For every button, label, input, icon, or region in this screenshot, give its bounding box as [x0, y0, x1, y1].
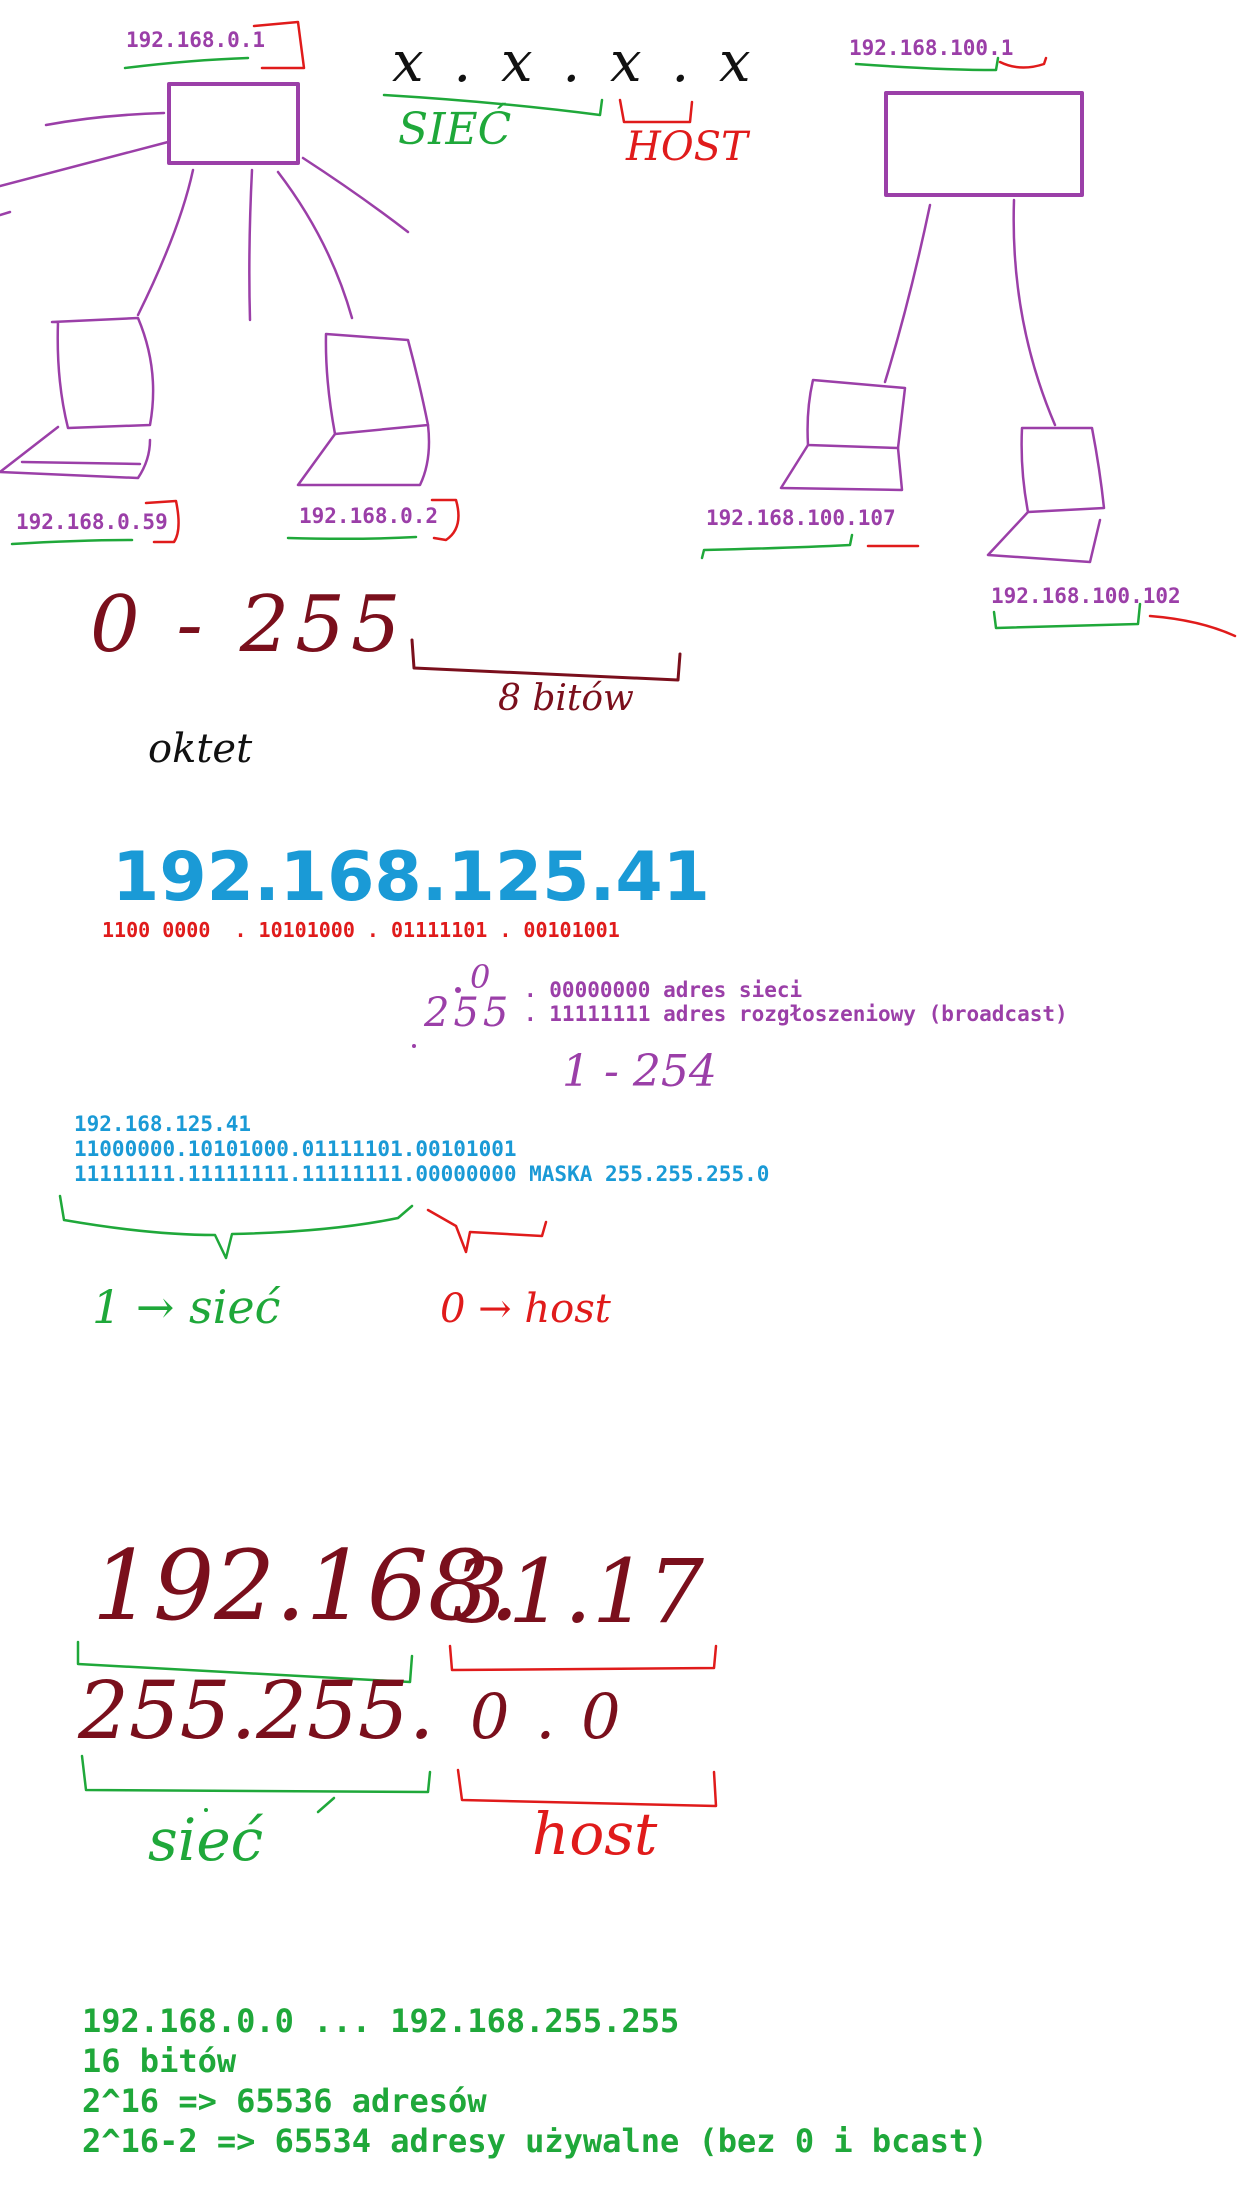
- host-bracket: [426, 1208, 548, 1254]
- laptop-ip-label: 192.168.100.102: [991, 584, 1181, 608]
- network-underline: [700, 533, 854, 560]
- split-network-label: sieć: [148, 1806, 264, 1874]
- mask-calc-ip: 192.168.125.41: [74, 1112, 252, 1136]
- example-ip: 192.168.125.41: [112, 838, 710, 917]
- mask-calc-mask: 11111111.11111111.11111111.00000000 MASK…: [74, 1162, 770, 1186]
- split-host-label: host: [532, 1800, 658, 1868]
- summary-address-count: 2^16 => 65536 adresów: [82, 2082, 487, 2120]
- host-bracket: [618, 98, 694, 124]
- stray-dot: [412, 1044, 416, 1048]
- stray-mark: [316, 1796, 336, 1814]
- octet-bracket: [410, 638, 682, 682]
- ip-pattern: x . x . x . x: [392, 30, 757, 95]
- network-1-diagram: [0, 20, 460, 546]
- laptop-ip-label: 192.168.100.107: [706, 506, 896, 530]
- laptop-icon: [779, 378, 907, 492]
- network-cables: [0, 111, 410, 322]
- router-icon: [884, 91, 1084, 197]
- max-value: 255: [424, 990, 513, 1036]
- octet-name: oktet: [148, 726, 253, 772]
- laptop-ip-label: 192.168.0.2: [299, 504, 439, 528]
- split-ip-host-part: 31.17: [452, 1540, 704, 1643]
- network-address-note: . 00000000 adres sieci: [524, 978, 803, 1002]
- usable-host-range: 1 - 254: [562, 1046, 717, 1097]
- laptop-ip-label: 192.168.0.59: [16, 510, 168, 534]
- split-mask-host-part: 0.0: [470, 1680, 647, 1753]
- router-ip-label: 192.168.0.1: [126, 28, 266, 52]
- host-bracket: [448, 1644, 718, 1672]
- summary-usable-count: 2^16-2 => 65534 adresy używalne (bez 0 i…: [82, 2122, 988, 2160]
- broadcast-address-note: . 11111111 adres rozgłoszeniowy (broadca…: [524, 1002, 1068, 1026]
- network-underline: [10, 538, 134, 546]
- network-2-diagram: [700, 56, 1237, 638]
- ones-meaning: 1 → sieć: [92, 1280, 281, 1334]
- network-underline: [123, 56, 250, 70]
- laptop-icon: [986, 426, 1106, 564]
- router-ip-label: 192.168.100.1: [849, 36, 1014, 60]
- network-brace: [58, 1194, 414, 1260]
- split-mask-network-part: 255.255.: [78, 1664, 435, 1757]
- network-bracket: [80, 1754, 432, 1794]
- octet-bits-label: 8 bitów: [498, 678, 634, 719]
- octet-range: 0 - 255: [90, 580, 407, 670]
- network-cables: [883, 198, 1057, 427]
- mask-calc-binary: 11000000.10101000.01111101.00101001: [74, 1137, 517, 1161]
- laptop-icon: [296, 332, 431, 487]
- router-icon: [167, 82, 300, 165]
- zeros-meaning: 0 → host: [440, 1286, 611, 1332]
- host-mark: [1148, 614, 1237, 638]
- summary-bits: 16 bitów: [82, 2042, 237, 2080]
- network-underline: [286, 535, 418, 541]
- laptop-icon: [0, 316, 155, 480]
- example-ip-binary: 1100 0000 . 10101000 . 01111101 . 001010…: [102, 918, 620, 942]
- summary-range: 192.168.0.0 ... 192.168.255.255: [82, 2002, 680, 2040]
- network-label: SIEĆ: [398, 104, 512, 155]
- drawing-canvas: [0, 20, 1237, 1814]
- host-label: HOST: [626, 124, 748, 170]
